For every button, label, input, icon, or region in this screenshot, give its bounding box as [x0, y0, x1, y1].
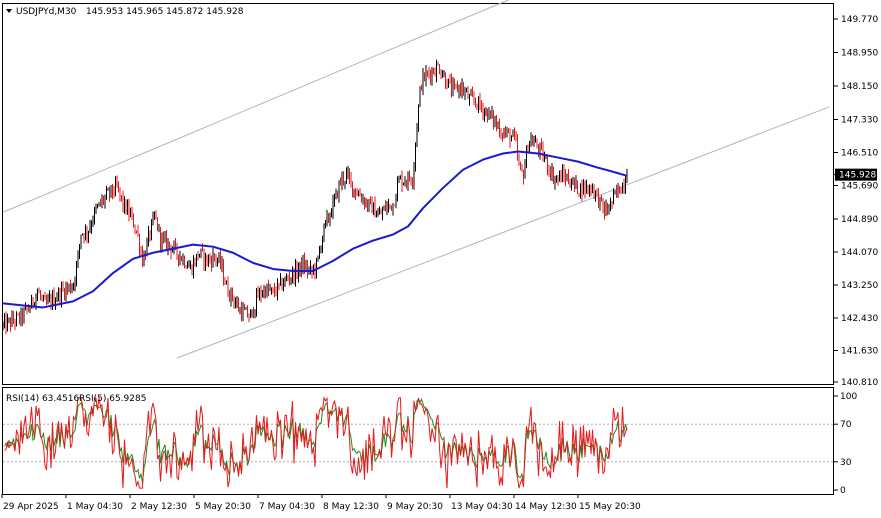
time-tick-label: 5 May 20:30	[195, 502, 251, 512]
price-tick-label: 144.070	[841, 248, 878, 258]
time-tick-label: 9 May 20:30	[387, 502, 443, 512]
price-tick-label: 143.250	[841, 281, 878, 291]
time-tick-label: 29 Apr 2025	[3, 502, 59, 512]
price-tick-label: 146.510	[841, 149, 878, 159]
ohlc-values: 145.953 145.965 145.872 145.928	[86, 7, 244, 17]
time-tick-label: 14 May 12:30	[515, 502, 577, 512]
time-tick-label: 15 May 20:30	[579, 502, 641, 512]
price-tick-label: 149.770	[841, 15, 878, 25]
price-tick-label: 145.690	[841, 182, 878, 192]
price-tick-label: 140.810	[841, 378, 878, 388]
price-tick-label: 148.950	[841, 49, 878, 59]
price-tick-label: 141.630	[841, 347, 878, 357]
current-price-tag: 145.928	[835, 168, 877, 181]
rsi-tick-label: 30	[840, 458, 852, 468]
chart-window[interactable]: 149.770 148.950 148.150 147.330 146.510 145.6…	[0, 0, 881, 518]
time-tick-label: 2 May 12:30	[131, 502, 187, 512]
chart-canvas[interactable]: 149.770 148.950 148.150 147.330 146.510 145.6…	[0, 0, 881, 518]
symbol-label: USDJPYd,M30	[16, 7, 77, 17]
time-tick-label: 1 May 04:30	[67, 502, 123, 512]
time-tick-label: 7 May 04:30	[259, 502, 315, 512]
price-tick-label: 148.150	[841, 82, 878, 92]
rsi5-label: RSI(5) 65.9285	[79, 394, 146, 404]
rsi-tick-label: 100	[840, 392, 857, 402]
price-tick-label: 144.890	[841, 215, 878, 225]
price-tick-label: 147.330	[841, 116, 878, 126]
current-price-label: 145.928	[839, 171, 876, 181]
rsi-tick-label: 70	[840, 420, 852, 430]
rsi-tick-label: 0	[840, 486, 846, 496]
rsi14-label: RSI(14) 63.4516	[6, 394, 79, 404]
price-tick-label: 142.430	[841, 314, 878, 324]
time-tick-label: 8 May 12:30	[323, 502, 379, 512]
time-tick-label: 13 May 04:30	[451, 502, 513, 512]
